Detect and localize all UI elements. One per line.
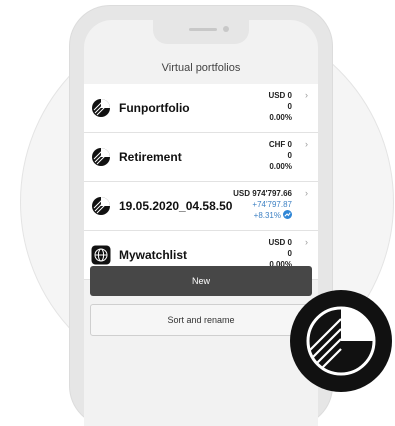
- portfolio-values: USD 974'797.66 +74'797.87 +8.31%: [233, 188, 292, 221]
- portfolio-percent: 0.00%: [269, 162, 292, 171]
- portfolio-values: CHF 0 0 0.00%: [269, 139, 292, 172]
- pie-logo-icon: [306, 306, 376, 376]
- portfolio-value: USD 974'797.66: [233, 189, 292, 198]
- portfolio-value: USD 0: [268, 91, 292, 100]
- ubs-pie-logo: [290, 290, 392, 392]
- portfolio-percent: +8.31%: [253, 211, 281, 220]
- portfolio-name: 19.05.2020_04.58.50: [119, 199, 233, 213]
- portfolio-list: Funportfolio USD 0 0 0.00% › Retirement …: [84, 84, 318, 280]
- portfolio-name: Mywatchlist: [119, 248, 188, 262]
- portfolio-pie-icon: [92, 197, 110, 215]
- front-camera: [223, 26, 229, 32]
- chevron-right-icon: ›: [305, 188, 308, 198]
- portfolio-percent-wrap: +8.31%: [233, 210, 292, 221]
- chevron-right-icon: ›: [305, 237, 308, 247]
- sort-and-rename-button[interactable]: Sort and rename: [90, 304, 312, 336]
- portfolio-row-retirement[interactable]: Retirement CHF 0 0 0.00% ›: [84, 133, 318, 182]
- portfolio-percent: 0.00%: [269, 113, 292, 122]
- portfolio-change: 0: [287, 102, 292, 111]
- portfolio-row-dated[interactable]: 19.05.2020_04.58.50 USD 974'797.66 +74'7…: [84, 182, 318, 231]
- globe-icon: [91, 245, 111, 265]
- phone-screen: Virtual portfolios Funportfolio USD 0 0 …: [84, 20, 318, 426]
- portfolio-change: +74'797.87: [252, 200, 292, 209]
- chevron-right-icon: ›: [305, 139, 308, 149]
- page-title: Virtual portfolios: [161, 62, 241, 74]
- portfolio-name: Retirement: [119, 150, 182, 164]
- portfolio-name: Funportfolio: [119, 101, 190, 115]
- portfolio-change: 0: [287, 151, 292, 160]
- portfolio-change: 0: [287, 249, 292, 258]
- portfolio-value: CHF 0: [268, 140, 292, 149]
- phone-notch: [153, 20, 249, 44]
- speaker-grille: [189, 28, 217, 31]
- chevron-right-icon: ›: [305, 90, 308, 100]
- new-portfolio-button[interactable]: New: [90, 266, 312, 296]
- portfolio-value: USD 0: [268, 238, 292, 247]
- trend-up-icon: [283, 210, 292, 219]
- portfolio-pie-icon: [92, 148, 110, 166]
- portfolio-pie-icon: [92, 99, 110, 117]
- portfolio-values: USD 0 0 0.00%: [268, 90, 292, 123]
- portfolio-row-funportfolio[interactable]: Funportfolio USD 0 0 0.00% ›: [84, 84, 318, 133]
